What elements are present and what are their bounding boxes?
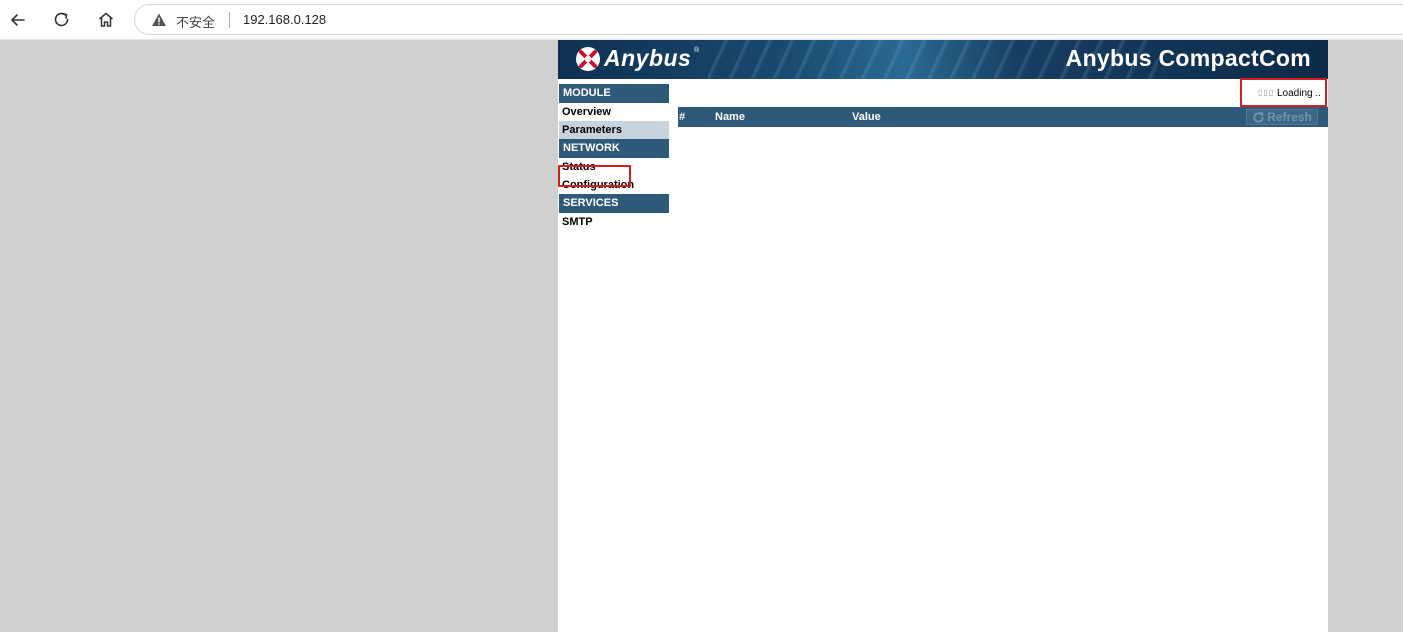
- loading-text: Loading ..: [1277, 88, 1321, 99]
- home-button[interactable]: [92, 6, 120, 34]
- url-text[interactable]: 192.168.0.128: [243, 12, 326, 27]
- loading-indicator: ▯▯▯ Loading ..: [1240, 78, 1327, 107]
- column-header-number: #: [679, 111, 686, 123]
- security-label[interactable]: 不安全: [176, 12, 215, 31]
- header-banner: Anybus ® Anybus CompactCom: [558, 40, 1328, 79]
- sidebar-section-network: NETWORK: [559, 139, 669, 158]
- sidebar-item-overview[interactable]: Overview: [559, 103, 669, 121]
- address-bar[interactable]: 不安全 192.168.0.128: [134, 4, 1403, 35]
- column-header-name: Name: [715, 111, 745, 123]
- anybus-logo-icon: [576, 47, 600, 71]
- warning-icon[interactable]: [151, 12, 167, 28]
- back-button[interactable]: [4, 6, 32, 34]
- sidebar-item-configuration[interactable]: Configuration: [559, 176, 669, 194]
- sidebar-nav: MODULE Overview Parameters NETWORK Statu…: [558, 84, 669, 231]
- refresh-icon: [1253, 111, 1264, 123]
- web-page: Anybus ® Anybus CompactCom MODULE Overvi…: [558, 40, 1328, 632]
- sidebar-item-status[interactable]: Status: [559, 158, 669, 176]
- address-separator: [229, 12, 230, 28]
- sidebar-section-module: MODULE: [559, 84, 669, 103]
- column-header-value: Value: [852, 111, 881, 123]
- reload-button[interactable]: [48, 6, 76, 34]
- sidebar-item-parameters[interactable]: Parameters: [559, 121, 669, 139]
- parameters-table-header: # Name Value Refresh: [678, 107, 1328, 127]
- refresh-button[interactable]: Refresh: [1246, 109, 1318, 125]
- loading-spinner-icon: ▯▯▯: [1258, 88, 1275, 97]
- sidebar-section-services: SERVICES: [559, 194, 669, 213]
- banner-title: Anybus CompactCom: [1065, 45, 1311, 71]
- refresh-label: Refresh: [1267, 110, 1312, 124]
- reload-icon: [54, 12, 69, 27]
- logo-text: Anybus: [604, 45, 692, 71]
- logo-registered-mark: ®: [694, 47, 700, 54]
- browser-toolbar: 不安全 192.168.0.128: [0, 0, 1403, 40]
- sidebar-item-smtp[interactable]: SMTP: [559, 213, 669, 231]
- home-icon: [99, 12, 113, 27]
- back-icon: [11, 14, 25, 26]
